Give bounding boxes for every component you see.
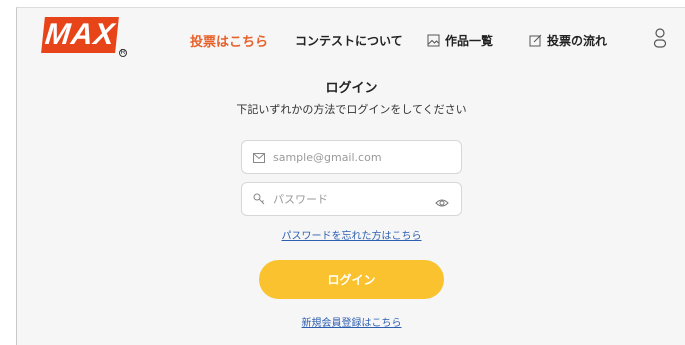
site-header: MAX R 投票はこちら コンテストについて 作品一覧 投票の流れ bbox=[17, 8, 685, 64]
page-title: ログイン bbox=[325, 81, 378, 96]
app-frame: MAX R 投票はこちら コンテストについて 作品一覧 投票の流れ ログイン 下… bbox=[16, 7, 685, 345]
max-logo[interactable]: MAX R bbox=[41, 17, 127, 59]
password-field[interactable] bbox=[241, 182, 462, 216]
login-button[interactable]: ログイン bbox=[259, 260, 444, 299]
login-instruction: 下記いずれかの方法でログインをしてください bbox=[236, 103, 467, 116]
edit-icon bbox=[529, 34, 542, 47]
nav-works-label: 作品一覧 bbox=[445, 34, 494, 48]
user-icon[interactable] bbox=[653, 28, 667, 54]
nav-vote-label: 投票はこちら bbox=[190, 35, 269, 50]
email-field[interactable] bbox=[241, 140, 462, 174]
email-input[interactable] bbox=[273, 150, 423, 164]
register-link[interactable]: 新規会員登録はこちら bbox=[17, 314, 685, 329]
mail-icon bbox=[253, 148, 265, 167]
nav-flow-label: 投票の流れ bbox=[547, 34, 608, 48]
image-icon bbox=[427, 34, 440, 47]
login-section: ログイン 下記いずれかの方法でログインをしてください sample@gmail.… bbox=[17, 64, 685, 345]
nav-contest-link[interactable]: コンテストについて bbox=[295, 32, 403, 49]
registered-mark: R bbox=[119, 49, 127, 57]
forgot-password-link[interactable]: パスワードを忘れた方はこちら bbox=[17, 227, 685, 242]
nav-works-link[interactable]: 作品一覧 bbox=[427, 32, 493, 49]
password-input[interactable] bbox=[273, 192, 423, 206]
nav-vote-link[interactable]: 投票はこちら bbox=[190, 31, 268, 50]
eye-icon[interactable] bbox=[435, 193, 449, 212]
logo-wordmark: MAX bbox=[41, 17, 119, 53]
key-icon bbox=[253, 190, 265, 209]
nav-contest-label: コンテストについて bbox=[295, 34, 403, 48]
nav-flow-link[interactable]: 投票の流れ bbox=[529, 32, 607, 49]
